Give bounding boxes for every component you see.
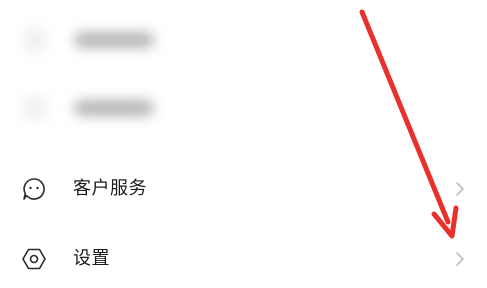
chevron-right-icon bbox=[456, 252, 464, 266]
blurred-menu-item[interactable] bbox=[0, 78, 487, 136]
menu-item-label: 客户服务 bbox=[73, 178, 147, 199]
blurred-icon bbox=[22, 95, 48, 121]
menu-item-label: 设置 bbox=[73, 248, 110, 269]
chevron-right-icon bbox=[456, 182, 464, 196]
blurred-icon bbox=[22, 27, 48, 53]
blurred-label bbox=[74, 32, 154, 48]
blurred-label bbox=[74, 100, 154, 116]
menu-item-customer-service[interactable]: 客户服务 bbox=[0, 160, 487, 218]
blurred-menu-item[interactable] bbox=[0, 10, 487, 68]
hexagon-settings-icon bbox=[22, 248, 46, 270]
menu-item-settings[interactable]: 设置 bbox=[0, 230, 487, 288]
chat-face-icon bbox=[23, 178, 45, 200]
